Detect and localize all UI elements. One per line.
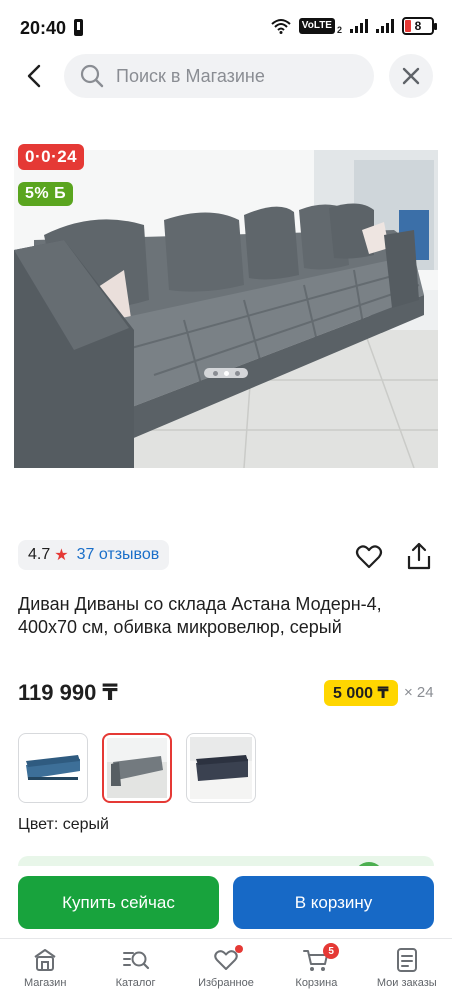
installment-months: × 24 xyxy=(404,684,434,701)
variant-grey-thumbnail xyxy=(107,738,167,798)
battery-level: 8 xyxy=(414,19,422,33)
installment-badge: 0·0·24 xyxy=(18,144,85,170)
nav-item-favorites[interactable]: Избранное xyxy=(181,939,271,999)
shop-icon xyxy=(34,949,56,971)
variant-list xyxy=(18,733,256,803)
nav-item-cart[interactable]: 5 Корзина xyxy=(271,939,361,999)
variant-blue[interactable] xyxy=(18,733,88,803)
nav-item-catalog[interactable]: Каталог xyxy=(90,939,180,999)
search-icon xyxy=(80,64,104,88)
nav-label-catalog: Каталог xyxy=(115,977,156,989)
favorite-button[interactable] xyxy=(354,542,384,572)
status-time: 20:40 xyxy=(20,18,67,38)
search-box[interactable] xyxy=(64,54,374,98)
wifi-icon xyxy=(271,19,291,34)
heart-outline-icon xyxy=(355,545,383,569)
favorites-notification-dot xyxy=(234,945,243,953)
chevron-left-icon xyxy=(27,64,41,88)
close-button[interactable] xyxy=(389,54,433,98)
nav-item-shop[interactable]: Магазин xyxy=(0,939,90,999)
add-to-cart-button[interactable]: В корзину xyxy=(233,876,434,929)
nav-label-favorites: Избранное xyxy=(198,977,254,989)
gallery-dot xyxy=(212,370,218,376)
share-button[interactable] xyxy=(404,541,434,571)
battery-icon: 8 xyxy=(402,17,437,35)
action-bar: Купить сейчас В корзину xyxy=(0,866,452,938)
signal-icon-1 xyxy=(350,19,368,33)
back-button[interactable] xyxy=(18,60,50,92)
bottom-nav: Магазин Каталог Избранное 5 Корзина Мои … xyxy=(0,938,452,999)
rating-value: 4.7 xyxy=(28,546,51,563)
variant-dark[interactable] xyxy=(186,733,256,803)
orders-icon xyxy=(396,948,417,972)
status-icons: VoLTE 2 8 xyxy=(271,17,437,35)
installment-chip[interactable]: 5 000 ₸ xyxy=(324,680,398,706)
variant-blue-thumbnail xyxy=(22,737,84,799)
nav-label-orders: Мои заказы xyxy=(376,977,437,989)
status-bar: 20:40 VoLTE 2 8 xyxy=(0,0,452,52)
close-icon xyxy=(402,67,420,85)
product-photo[interactable] xyxy=(14,150,438,468)
reviews-link[interactable]: 37 отзывов xyxy=(77,546,160,564)
variant-dark-thumbnail xyxy=(190,737,252,799)
gallery-pagination xyxy=(204,368,248,378)
share-icon xyxy=(407,542,431,570)
star-icon: ★ xyxy=(54,547,69,564)
rating-chip[interactable]: 4.7 ★ 37 отзывов xyxy=(18,540,170,570)
notification-alert-icon xyxy=(74,19,83,36)
search-input[interactable] xyxy=(116,65,356,87)
color-label: Цвет: серый xyxy=(18,816,109,833)
sim-index: 2 xyxy=(336,25,342,35)
product-price: 119 990 ₸ xyxy=(18,680,118,705)
product-gallery[interactable]: 0·0·24 5% Б xyxy=(0,140,452,500)
sofa-photo xyxy=(14,150,438,468)
cart-count-badge: 5 xyxy=(323,943,340,959)
buy-now-button[interactable]: Купить сейчас xyxy=(18,876,219,929)
volte-icon: VoLTE xyxy=(298,18,335,34)
nav-label-shop: Магазин xyxy=(23,977,67,989)
bonus-badge: 5% Б xyxy=(18,182,74,206)
search-header xyxy=(0,52,452,100)
signal-icon-2 xyxy=(376,19,394,33)
nav-item-orders[interactable]: Мои заказы xyxy=(362,939,452,999)
nav-label-cart: Корзина xyxy=(295,977,338,989)
variant-grey[interactable] xyxy=(102,733,172,803)
catalog-search-icon xyxy=(122,951,149,970)
gallery-dot-active xyxy=(223,370,229,376)
gallery-dot xyxy=(234,370,240,376)
product-title: Диван Диваны со склада Астана Модерн-4, … xyxy=(18,594,382,637)
